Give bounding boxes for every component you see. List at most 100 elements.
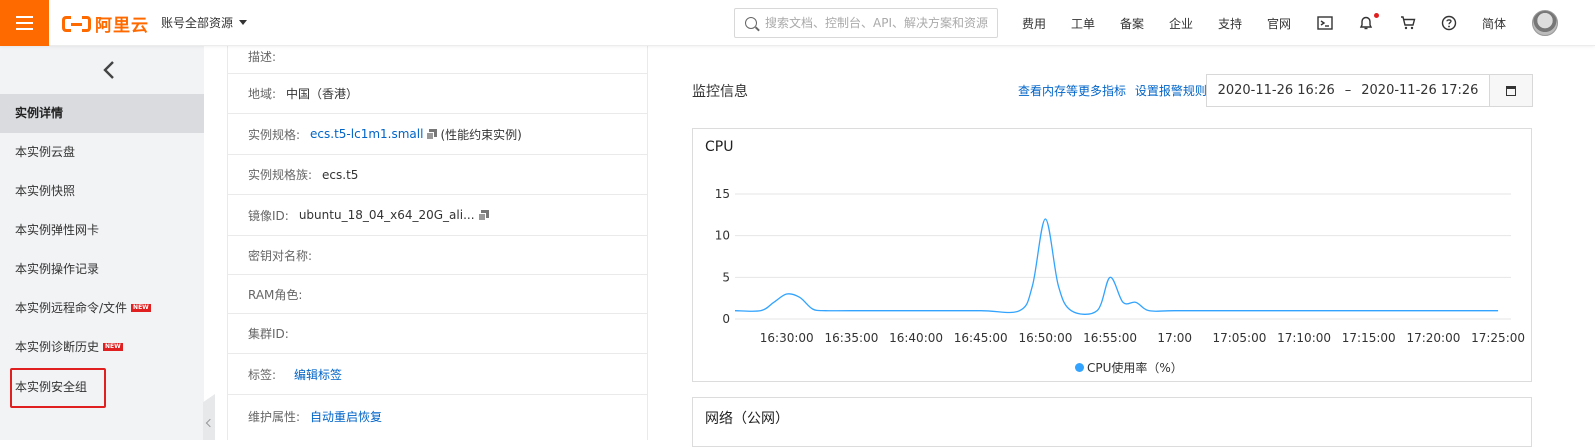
x-tick-label: 17:00 <box>1157 331 1192 345</box>
nav-support[interactable]: 支持 <box>1218 15 1242 32</box>
detail-row-keypair: 密钥对名称: <box>228 236 647 275</box>
x-tick-label: 16:35:00 <box>824 331 878 345</box>
detail-label: 实例规格族: <box>248 168 313 182</box>
calendar-icon <box>1506 85 1516 96</box>
y-tick-label: 0 <box>722 312 730 326</box>
detail-label: RAM角色: <box>248 287 303 302</box>
sidebar-item-diagnostics[interactable]: 本实例诊断历史 NEW <box>0 328 204 367</box>
nav-icp[interactable]: 备案 <box>1120 15 1144 32</box>
date-end: 2020-11-26 17:26 <box>1361 83 1479 98</box>
chevron-left-icon <box>205 418 215 428</box>
new-badge: NEW <box>103 343 123 351</box>
detail-row-instance-type: 实例规格: ecs.t5-lc1m1.small (性能约束实例) <box>228 114 647 155</box>
edit-tags-link[interactable]: 编辑标签 <box>294 366 342 383</box>
search-box[interactable] <box>734 8 998 38</box>
account-scope-dropdown[interactable]: 账号全部资源 <box>161 14 248 31</box>
sidebar-item-eni[interactable]: 本实例弹性网卡 <box>0 211 204 250</box>
instance-type-link[interactable]: ecs.t5-lc1m1.small <box>310 127 423 141</box>
cpu-series-line[interactable] <box>734 218 1499 315</box>
terminal-icon[interactable] <box>1317 15 1333 31</box>
aliyun-logo-icon <box>62 14 91 34</box>
y-tick-label: 15 <box>715 187 730 201</box>
sidebar-item-operation-logs[interactable]: 本实例操作记录 <box>0 250 204 289</box>
alarm-rules-link[interactable]: 设置报警规则 <box>1135 84 1207 98</box>
sidebar-item-label: 实例详情 <box>15 106 64 120</box>
search-icon <box>745 17 757 29</box>
cpu-chart-panel: CPU 0 5 10 15 16:30:00 16:35:00 16:40:00 16:45:… <box>692 128 1532 382</box>
highlight-box <box>10 368 106 408</box>
detail-label: 实例规格: <box>248 127 301 142</box>
detail-label: 密钥对名称: <box>248 248 313 263</box>
network-title: 网络（公网） <box>705 411 789 427</box>
detail-label: 描述: <box>248 50 277 64</box>
detail-row-maintenance: 维护属性: 自动重启恢复 <box>228 395 647 437</box>
new-badge: NEW <box>131 304 151 312</box>
chevron-left-icon[interactable] <box>100 60 118 80</box>
sidebar-collapse-handle[interactable] <box>203 394 215 440</box>
x-tick-label: 16:55:00 <box>1083 331 1137 345</box>
instance-details-panel: 描述: 地域: 中国（香港） 实例规格: ecs.t5-lc1m1.small … <box>227 46 648 440</box>
nav-ticket[interactable]: 工单 <box>1071 15 1095 32</box>
date-start: 2020-11-26 16:26 <box>1217 83 1335 98</box>
detail-value: ecs.t5 <box>322 167 359 182</box>
monitor-title: 监控信息 <box>692 84 748 100</box>
calendar-button[interactable] <box>1489 74 1533 107</box>
aliyun-logo[interactable]: 阿里云 <box>62 11 149 36</box>
detail-row-region: 地域: 中国（香港） <box>228 74 647 114</box>
search-input[interactable] <box>765 16 990 30</box>
x-tick-label: 16:50:00 <box>1018 331 1072 345</box>
sidebar-item-snapshots[interactable]: 本实例快照 <box>0 172 204 211</box>
nav-enterprise[interactable]: 企业 <box>1169 15 1193 32</box>
cpu-chart: 0 5 10 15 16:30:00 16:35:00 16:40:00 16:45:00 16… <box>715 187 1525 345</box>
logo-text: 阿里云 <box>95 16 149 36</box>
caret-down-icon <box>239 20 248 25</box>
legend-label: CPU使用率（%） <box>1087 361 1183 375</box>
x-tick-label: 17:10:00 <box>1277 331 1331 345</box>
x-tick-label: 17:25:00 <box>1471 331 1525 345</box>
sidebar-item-label: 本实例远程命令/文件 <box>15 301 128 315</box>
sidebar-item-remote-commands[interactable]: 本实例远程命令/文件 NEW <box>0 289 204 328</box>
nav-billing[interactable]: 费用 <box>1022 15 1046 32</box>
chart-legend[interactable]: CPU使用率（%） <box>1075 359 1183 376</box>
sidebar-item-label: 本实例操作记录 <box>15 262 100 276</box>
copy-icon[interactable] <box>477 209 489 221</box>
detail-row-ram-role: RAM角色: <box>228 275 647 314</box>
x-tick-label: 16:45:00 <box>954 331 1008 345</box>
account-scope-label: 账号全部资源 <box>161 16 234 30</box>
detail-row-image-id: 镜像ID: ubuntu_18_04_x64_20G_ali... <box>228 195 647 236</box>
y-tick-label: 5 <box>722 270 730 284</box>
detail-value: ubuntu_18_04_x64_20G_ali... <box>298 208 475 222</box>
copy-icon[interactable] <box>426 128 438 140</box>
bell-icon[interactable] <box>1358 15 1374 31</box>
monitor-links: 查看内存等更多指标 设置报警规则 <box>1018 82 1207 99</box>
help-icon[interactable] <box>1441 15 1457 31</box>
x-tick-label: 17:20:00 <box>1406 331 1460 345</box>
more-metrics-link[interactable]: 查看内存等更多指标 <box>1018 84 1126 98</box>
avatar[interactable] <box>1532 10 1558 36</box>
nav-official-site[interactable]: 官网 <box>1267 15 1291 32</box>
auto-restart-link[interactable]: 自动重启恢复 <box>310 408 382 425</box>
menu-icon[interactable] <box>0 0 49 46</box>
date-separator: – <box>1344 83 1352 98</box>
detail-label: 镜像ID: <box>248 208 289 223</box>
x-tick-label: 16:40:00 <box>889 331 943 345</box>
top-bar: 阿里云 账号全部资源 费用 工单 备案 企业 支持 官网 简体 <box>0 0 1595 46</box>
language-switch[interactable]: 简体 <box>1482 15 1506 32</box>
sidebar-item-disks[interactable]: 本实例云盘 <box>0 133 204 172</box>
detail-row-instance-family: 实例规格族: ecs.t5 <box>228 155 647 195</box>
detail-row-tags: 标签: 编辑标签 <box>228 354 647 395</box>
detail-label: 标签: <box>248 367 277 382</box>
sidebar-item-instance-details[interactable]: 实例详情 <box>0 94 204 133</box>
x-tick-label: 17:15:00 <box>1342 331 1396 345</box>
date-range-picker[interactable]: 2020-11-26 16:26 – 2020-11-26 17:26 <box>1206 74 1490 107</box>
detail-row-description: 描述: <box>228 46 647 74</box>
detail-extra: (性能约束实例) <box>440 127 522 142</box>
x-tick-label: 17:05:00 <box>1212 331 1266 345</box>
detail-row-cluster-id: 集群ID: <box>228 314 647 354</box>
cart-icon[interactable] <box>1400 15 1416 31</box>
detail-value: 中国（香港） <box>286 87 359 101</box>
sidebar-item-label: 本实例诊断历史 <box>15 340 100 354</box>
x-tick-label: 16:30:00 <box>760 331 814 345</box>
y-tick-label: 10 <box>715 229 730 243</box>
notification-dot <box>1374 13 1379 18</box>
